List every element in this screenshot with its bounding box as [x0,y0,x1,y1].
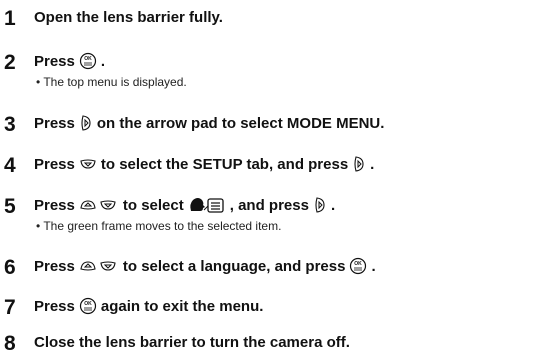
step-text-part: Press [34,297,75,315]
step-text: Press to select the SETUP tab, and press… [34,153,374,175]
step-note: • The green frame moves to the selected … [36,219,282,233]
step-text: Press OK . [34,50,105,72]
step-number: 5 [4,195,16,218]
step-text-part: . [370,155,375,173]
step-text: Press to select , and press . [34,194,335,216]
step-text-part: again to exit the menu. [100,297,264,315]
ok-button-icon: OK [79,297,97,315]
step-number: 7 [4,296,16,319]
step-number: 3 [4,113,16,136]
step-number: 4 [4,154,16,177]
step-text-part: . [371,257,376,275]
step-text-part: , and press [229,196,309,214]
step-text: Open the lens barrier fully. [34,6,223,28]
step-text: Press on the arrow pad to select MODE ME… [34,112,384,134]
arrow-right-icon [79,114,93,132]
step-text-part: Press [34,257,75,275]
step-note: • The top menu is displayed. [36,75,187,89]
ok-button-icon: OK [79,52,97,70]
step-text-part: Close the lens barrier to turn the camer… [34,333,350,351]
step-text-part: . [100,52,106,70]
step-text-part: to select a language, and press [122,257,346,275]
svg-text:OK: OK [84,56,92,62]
step-text-part: Press [34,196,75,214]
arrow-right-icon [352,155,366,173]
step-text-part: on the arrow pad to select MODE MENU. [96,114,385,132]
arrow-up-down-icon [79,259,119,273]
step-number: 8 [4,332,16,355]
step-text-part: . [330,196,336,214]
step-number: 2 [4,51,16,74]
step-text: Press to select a language, and press OK… [34,255,376,277]
step-text-part: Press [34,155,75,173]
step-text: Close the lens barrier to turn the camer… [34,331,350,353]
step-text-part: to select [122,196,184,214]
step-text-part: Press [34,52,75,70]
svg-text:OK: OK [355,261,363,267]
ok-button-icon: OK [349,257,367,275]
step-text: Press OK again to exit the menu. [34,295,263,317]
step-text-part: to select the SETUP tab, and press [100,155,349,173]
arrow-down-icon [79,157,97,171]
step-text-part: Open the lens barrier fully. [34,8,223,26]
step-text-part: Press [34,114,75,132]
language-menu-icon [188,196,226,214]
step-number: 1 [4,7,16,30]
arrow-up-down-icon [79,198,119,212]
step-number: 6 [4,256,16,279]
arrow-right-icon [313,196,327,214]
svg-text:OK: OK [84,301,92,307]
